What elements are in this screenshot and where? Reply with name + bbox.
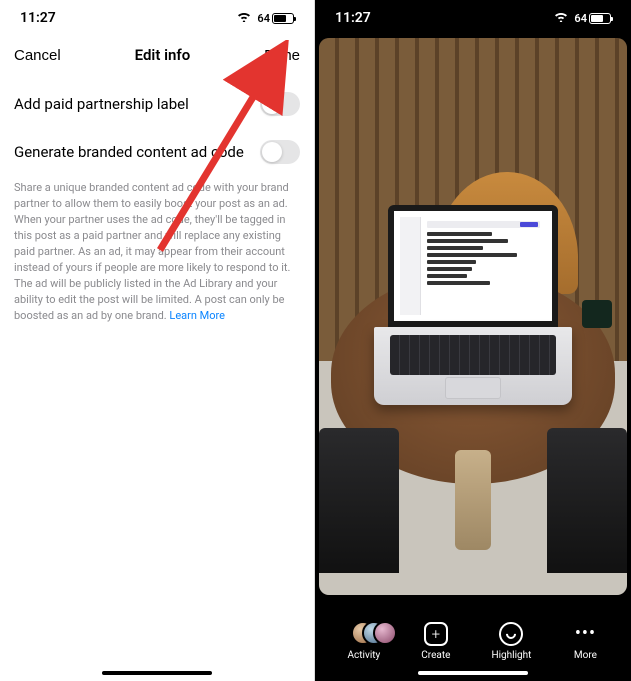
activity-avatars-icon (351, 621, 377, 647)
highlight-button[interactable]: Highlight (491, 621, 531, 661)
highlight-icon (499, 622, 523, 646)
done-button[interactable]: Done (264, 47, 300, 64)
action-label: Create (421, 650, 450, 661)
edit-info-screen: 11:27 64 Cancel Edit info Done Add paid … (0, 0, 315, 681)
setting-paid-partnership: Add paid partnership label (0, 80, 314, 128)
home-indicator[interactable] (102, 671, 212, 675)
action-label: Highlight (491, 650, 531, 661)
action-label: More (574, 650, 597, 661)
wifi-icon (236, 10, 252, 26)
wifi-icon (553, 10, 569, 26)
status-bar: 11:27 64 (0, 0, 314, 36)
status-indicators: 64 (236, 10, 294, 26)
setting-adcode: Generate branded content ad code (0, 128, 314, 176)
cancel-button[interactable]: Cancel (14, 47, 61, 64)
setting-label: Add paid partnership label (14, 95, 189, 113)
action-label: Activity (348, 650, 381, 661)
story-surface[interactable]: Your Story 1h (319, 38, 627, 595)
more-button[interactable]: ••• More (572, 621, 598, 661)
plus-icon: + (424, 622, 448, 646)
create-button[interactable]: + Create (421, 621, 450, 661)
status-bar: 11:27 64 (315, 0, 631, 36)
status-time: 11:27 (20, 10, 56, 26)
battery-indicator: 64 (574, 12, 611, 25)
story-action-bar: Activity + Create Highlight ••• More (315, 621, 631, 661)
status-indicators: 64 (553, 10, 611, 26)
paid-partnership-toggle[interactable] (260, 92, 300, 116)
activity-button[interactable]: Activity (348, 621, 381, 661)
story-viewer-screen: 11:27 64 Your Story 1h (315, 0, 631, 681)
adcode-toggle[interactable] (260, 140, 300, 164)
more-icon: ••• (575, 622, 596, 646)
setting-description: Share a unique branded content ad code w… (0, 176, 314, 327)
battery-indicator: 64 (257, 12, 294, 25)
home-indicator[interactable] (418, 671, 528, 675)
story-image (319, 38, 627, 595)
nav-header: Cancel Edit info Done (0, 36, 314, 80)
status-time: 11:27 (335, 10, 371, 26)
setting-label: Generate branded content ad code (14, 143, 244, 161)
page-title: Edit info (135, 46, 191, 64)
learn-more-link[interactable]: Learn More (169, 309, 225, 322)
laptop-graphic (374, 205, 571, 405)
